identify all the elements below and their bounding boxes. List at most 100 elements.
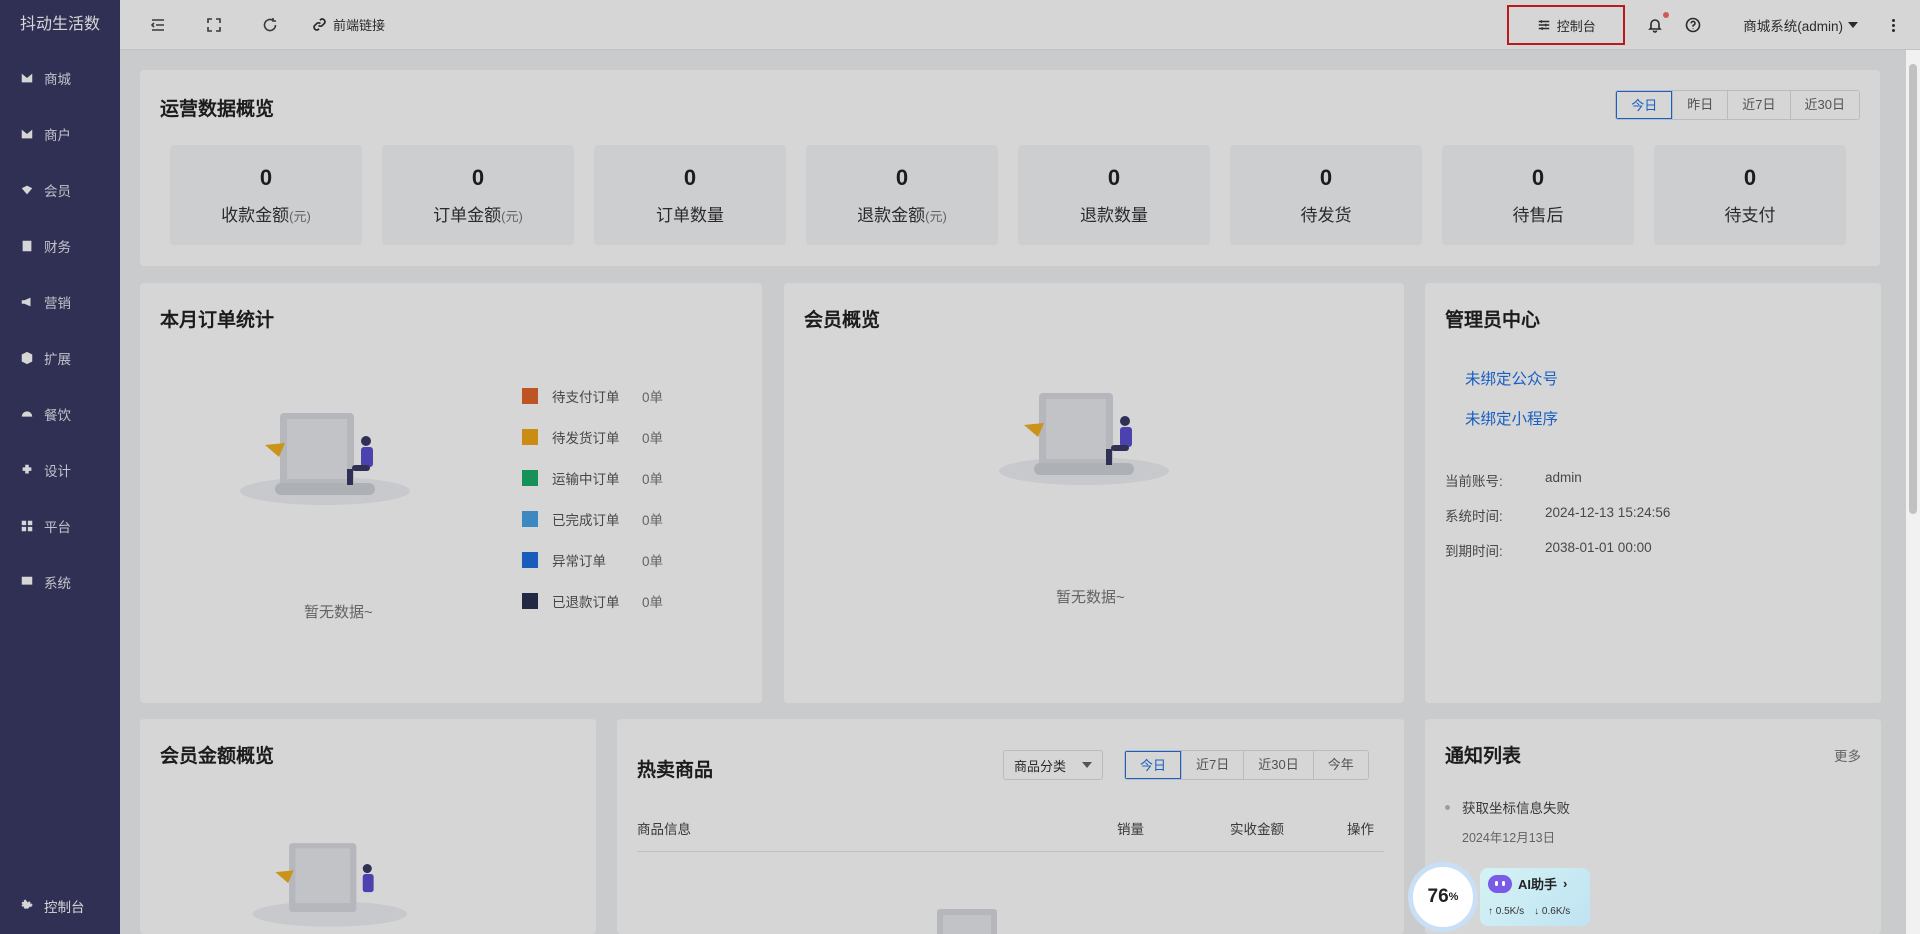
legend-item: 已退款订单 0单 [522,580,663,621]
help-icon[interactable] [1683,15,1703,35]
empty-illustration [252,843,408,927]
scrollbar-thumb[interactable] [1909,64,1917,514]
stat-value: 0 [1319,165,1333,190]
empty-illustration [999,393,1169,485]
legend-item: 运输中订单 0单 [522,457,663,498]
console-label: 控制台 [1556,18,1596,34]
ai-assistant-panel[interactable]: AI助手 › ↑ 0.5K/s ↓ 0.6K/s [1480,868,1590,926]
bind-official-account-link[interactable]: 未绑定公众号 [1465,367,1558,389]
category-select-value: 商品分类 [1014,758,1067,774]
admin-center-card: 管理员中心 未绑定公众号 未绑定小程序 当前账号: admin 系统时间: 2024… [1425,283,1881,703]
sidebar-item-member[interactable]: 会员 [0,162,120,218]
bullet-icon [1445,804,1450,810]
range-tab[interactable]: 今年 [1312,751,1368,779]
frontend-link-button[interactable]: 前端链接 [312,15,385,34]
sidebar-item-label: 会员 [44,184,71,199]
brand-logo-text[interactable]: 抖动生活数 [0,0,120,50]
sidebar-item-design[interactable]: 设计 [0,442,120,498]
sidebar-item-merchant[interactable]: 商户 [0,106,120,162]
legend-name: 待发货订单 [552,430,620,446]
fullscreen-icon[interactable] [204,15,224,35]
sidebar-item-label: 平台 [44,520,71,535]
sidebar: 抖动生活数 商城 商户会员财务营销扩展餐饮设计平台系统 控制台 [0,0,120,934]
stat-card: 0 订单数量 [594,145,786,245]
col-sales: 销量 [1117,822,1144,837]
empty-illustration [240,413,410,505]
sliders-icon [1538,20,1549,30]
stat-value: 0 [895,165,909,190]
legend-swatch [522,551,538,568]
bind-mini-program-link[interactable]: 未绑定小程序 [1465,407,1558,429]
card-title: 运营数据概览 [160,99,275,120]
range-tab[interactable]: 近7日 [1181,751,1244,779]
stat-card: 0 待支付 [1654,145,1846,245]
sidebar-item-mall[interactable]: 商城 [0,50,120,106]
stat-card: 0 收款金额(元) [170,145,362,245]
range-tab[interactable]: 今日 [1125,751,1182,779]
sidebar-item-label: 财务 [44,240,71,255]
legend-item: 已完成订单 0单 [522,498,663,539]
stat-card: 0 待发货 [1230,145,1422,245]
refresh-icon[interactable] [260,15,280,35]
notification-bell-icon[interactable] [1645,12,1670,35]
card-title: 通知列表 [1445,746,1522,767]
range-tab[interactable]: 近30日 [1789,91,1859,119]
user-menu[interactable]: 商城系统(admin) [1743,15,1858,35]
operations-overview-card: 运营数据概览 今日 昨日 近7日 近30日 0 收款金额(元) 0 订单金额(元) 0 订单数量… [140,70,1880,266]
stat-label: 退款金额(元) [857,206,947,225]
stat-label: 待支付 [1724,206,1776,225]
monthly-orders-card: 本月订单统计 暂无数据~ 待支付订单 0单 待发货订单 0单 运输中订单 0单 已完成订单 0… [140,283,762,703]
download-speed: ↓ 0.6K/s [1534,906,1571,917]
card-title: 管理员中心 [1445,310,1541,331]
sidebar-item-system[interactable]: 系统 [0,554,120,610]
stat-label: 待售后 [1512,206,1564,225]
user-name: 商城系统(admin) [1743,19,1843,34]
stat-card: 0 退款数量 [1018,145,1210,245]
range-tab[interactable]: 近7日 [1727,91,1790,119]
sidebar-item-label: 扩展 [44,352,71,367]
gear-icon [21,899,33,909]
notice-text: 获取坐标信息失败 [1462,801,1570,816]
sidebar-item-extension[interactable]: 扩展 [0,330,120,386]
empty-illustration [937,909,997,934]
range-tab[interactable]: 今日 [1616,91,1673,119]
info-expiry-time: 到期时间: 2038-01-01 00:00 [1445,540,1652,559]
sidebar-item-console[interactable]: 控制台 [0,878,120,934]
card-title: 会员概览 [804,310,881,331]
overview-range-tabs: 今日 昨日 近7日 近30日 [1615,90,1860,120]
extension-icon [20,351,34,365]
notice-item[interactable]: 获取坐标信息失败 [1445,797,1570,817]
sidebar-item-platform[interactable]: 平台 [0,498,120,554]
legend-name: 异常订单 [552,553,606,569]
sidebar-item-label: 营销 [44,296,71,311]
legend-swatch [522,428,538,445]
sidebar-item-catering[interactable]: 餐饮 [0,386,120,442]
stat-label: 退款数量 [1080,206,1148,225]
more-vertical-icon[interactable] [1888,18,1898,33]
sidebar-item-finance[interactable]: 财务 [0,218,120,274]
stat-value: 0 [1531,165,1545,190]
sidebar-item-marketing[interactable]: 营销 [0,274,120,330]
sidebar-item-label: 设计 [44,464,71,479]
range-tab[interactable]: 近30日 [1243,751,1313,779]
console-button[interactable]: 控制台 [1507,5,1626,45]
system-icon [20,575,34,589]
page-scrollbar[interactable] [1906,50,1920,934]
legend-name: 运输中订单 [552,471,620,487]
stat-value: 0 [259,165,273,190]
member-icon [20,183,34,197]
sidebar-item-label: 餐饮 [44,408,71,423]
design-icon [20,463,34,477]
menu-collapse-icon[interactable] [148,15,168,35]
category-select[interactable]: 商品分类 [1003,750,1104,780]
range-tab[interactable]: 昨日 [1672,91,1728,119]
notices-more-link[interactable]: 更多 [1834,745,1861,765]
legend-value: 0单 [642,430,664,446]
ai-assistant-widget[interactable]: 76% AI助手 › ↑ 0.5K/s ↓ 0.6K/s [1408,862,1592,934]
frontend-link-label: 前端链接 [333,18,386,33]
caret-down-icon [1848,22,1858,28]
card-title: 会员金额概览 [160,746,275,767]
card-title: 本月订单统计 [160,310,275,331]
upload-speed: ↑ 0.5K/s [1488,906,1525,917]
hot-products-range-tabs: 今日 近7日 近30日 今年 [1124,750,1369,780]
